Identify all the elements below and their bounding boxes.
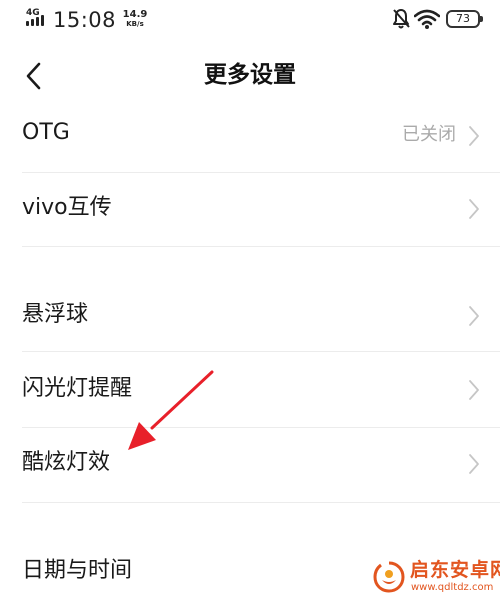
chevron-right-icon — [469, 199, 479, 219]
setting-label: vivo互传 — [22, 195, 112, 220]
watermark-logo-icon — [373, 561, 405, 593]
status-bar: 4G 15:08 14.9 KB/s 73 — [0, 0, 500, 40]
setting-label: 悬浮球 — [22, 302, 89, 327]
setting-row-cool-light-effect[interactable]: 酷炫灯效 — [0, 428, 500, 502]
setting-row-vivo-share[interactable]: vivo互传 — [0, 173, 500, 245]
setting-label: OTG — [22, 120, 70, 145]
network-speed-unit: KB/s — [126, 20, 144, 28]
chevron-right-icon — [469, 454, 479, 474]
watermark-url: www.qdltdz.com — [411, 582, 494, 593]
setting-label: 酷炫灯效 — [22, 450, 111, 475]
battery-icon: 73 — [446, 10, 483, 28]
cellular-signal-icon: 4G — [26, 9, 48, 29]
setting-value: 已关闭 — [402, 124, 456, 145]
status-time: 15:08 — [53, 8, 117, 32]
setting-row-flash-reminder[interactable]: 闪光灯提醒 — [0, 352, 500, 426]
watermark-name: 启东安卓网 — [410, 559, 500, 581]
network-speed-value: 14.9 — [122, 9, 148, 20]
network-speed: 14.9 KB/s — [120, 10, 150, 29]
chevron-right-icon — [469, 306, 479, 326]
divider — [22, 502, 500, 503]
setting-label: 日期与时间 — [22, 558, 133, 583]
silent-bell-icon — [393, 9, 410, 29]
chevron-right-icon — [469, 380, 479, 400]
setting-row-floating-ball[interactable]: 悬浮球 — [0, 278, 500, 350]
page-title: 更多设置 — [204, 62, 296, 88]
wifi-icon — [414, 9, 440, 29]
watermark: 启东安卓网 www.qdltdz.com — [370, 556, 500, 601]
battery-level: 73 — [456, 12, 470, 25]
setting-row-otg[interactable]: OTG 已关闭 — [0, 98, 500, 170]
divider — [22, 246, 500, 247]
chevron-right-icon — [469, 126, 479, 146]
setting-label: 闪光灯提醒 — [22, 376, 133, 401]
